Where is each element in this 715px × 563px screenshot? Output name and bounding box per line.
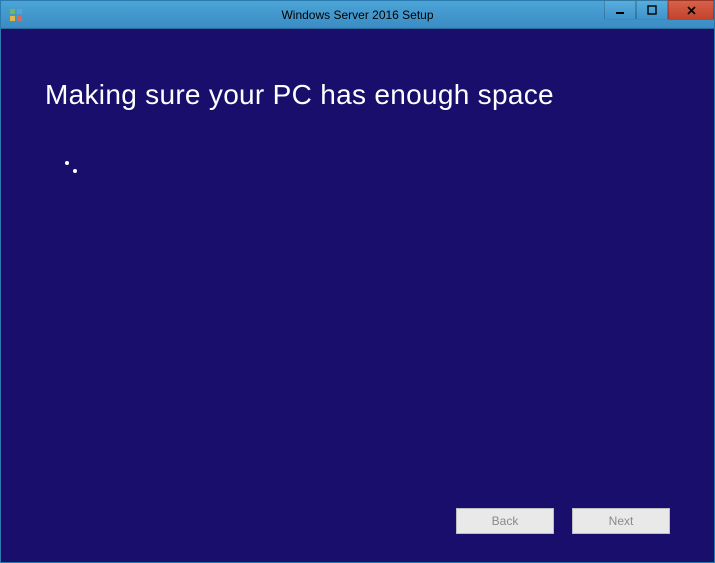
footer-nav: Back Next xyxy=(45,508,670,534)
minimize-icon xyxy=(615,5,625,15)
back-button[interactable]: Back xyxy=(456,508,554,534)
progress-spinner xyxy=(57,157,87,187)
titlebar[interactable]: Windows Server 2016 Setup xyxy=(1,1,714,29)
app-icon xyxy=(7,6,25,24)
maximize-button[interactable] xyxy=(636,0,668,20)
content-area: Making sure your PC has enough space Bac… xyxy=(1,29,714,562)
page-heading: Making sure your PC has enough space xyxy=(45,79,670,111)
spinner-dot-icon xyxy=(65,161,69,165)
minimize-button[interactable] xyxy=(604,0,636,20)
close-button[interactable] xyxy=(668,0,714,20)
next-button[interactable]: Next xyxy=(572,508,670,534)
window-controls xyxy=(604,1,714,28)
spinner-dot-icon xyxy=(73,169,77,173)
setup-window: Windows Server 2016 Setup Making sure y xyxy=(0,0,715,563)
maximize-icon xyxy=(647,5,657,15)
close-icon xyxy=(686,5,697,16)
